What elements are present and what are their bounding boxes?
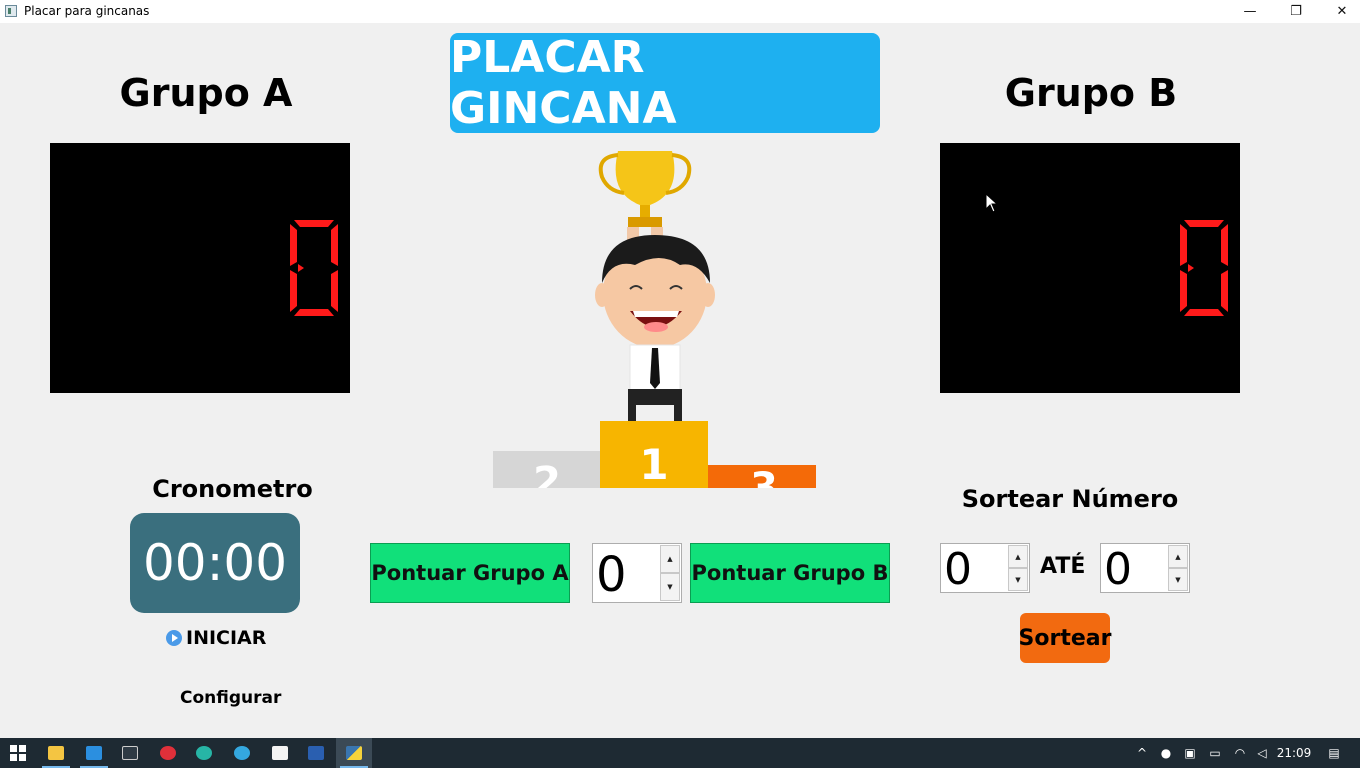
podium: 2 1 3 — [493, 421, 816, 488]
edge-icon[interactable] — [186, 738, 222, 768]
score-group-a-button[interactable]: Pontuar Grupo A — [370, 543, 570, 603]
draw-to-decrement-button[interactable]: ▼ — [1168, 568, 1188, 591]
group-a-score-digit — [290, 220, 338, 316]
points-decrement-button[interactable]: ▼ — [660, 573, 680, 601]
windows-logo-icon — [10, 745, 26, 761]
stopwatch-title: Cronometro — [152, 475, 313, 503]
podium-winner-illustration: 2 1 3 — [493, 151, 816, 488]
draw-from-decrement-button[interactable]: ▼ — [1008, 568, 1028, 591]
draw-to-value[interactable]: 0 — [1104, 544, 1132, 595]
start-button[interactable] — [0, 738, 36, 768]
app-icon — [5, 5, 17, 17]
taskbar-clock[interactable]: 21:09 — [1274, 738, 1314, 768]
group-b-score-digit — [1180, 220, 1228, 316]
draw-from-value[interactable]: 0 — [944, 544, 972, 595]
terminal-icon[interactable] — [112, 738, 148, 768]
group-b-title: Grupo B — [1004, 71, 1178, 115]
show-hidden-icons-icon[interactable]: ^ — [1132, 738, 1152, 768]
draw-from-spinbox[interactable]: 0 ▲ ▼ — [940, 543, 1030, 595]
podium-first-label: 1 — [639, 440, 668, 488]
mouse-cursor-icon — [985, 193, 999, 213]
powershell-icon[interactable] — [298, 738, 334, 768]
draw-range-label: ATÉ — [1040, 554, 1086, 579]
draw-from-increment-button[interactable]: ▲ — [1008, 545, 1028, 568]
devexpress-icon[interactable] — [150, 738, 186, 768]
score-group-b-button[interactable]: Pontuar Grupo B — [690, 543, 890, 603]
telegram-icon[interactable] — [224, 738, 260, 768]
close-button[interactable]: ✕ — [1319, 0, 1360, 23]
notifications-icon[interactable]: ▤ — [1322, 738, 1346, 768]
start-stopwatch-label: INICIAR — [186, 627, 267, 649]
battery-icon[interactable]: ▭ — [1204, 738, 1226, 768]
taskbar: ^ ● ▣ ▭ ◠ ◁ 21:09 ▤ — [0, 738, 1360, 768]
security-icon[interactable]: ▣ — [1180, 738, 1200, 768]
stopwatch-display: 00:00 — [130, 513, 300, 613]
app-window: Grupo A PLACAR GINCANA Grupo B 2 1 3 Cro… — [0, 23, 1360, 738]
points-increment-button[interactable]: ▲ — [660, 545, 680, 573]
configure-button[interactable]: Configurar — [180, 688, 281, 708]
window-title: Placar para gincanas — [24, 4, 150, 18]
header-title-button[interactable]: PLACAR GINCANA — [450, 32, 880, 134]
restore-button[interactable]: ❐ — [1273, 0, 1319, 23]
podium-second-label: 2 — [533, 459, 561, 488]
points-spinbox[interactable]: 0 ▲ ▼ — [592, 543, 682, 603]
wifi-icon[interactable]: ◠ — [1230, 738, 1250, 768]
group-a-title: Grupo A — [119, 71, 293, 115]
vscode-icon[interactable] — [76, 738, 112, 768]
file-explorer-icon[interactable] — [38, 738, 74, 768]
office-icon[interactable] — [262, 738, 298, 768]
draw-button[interactable]: Sortear — [1019, 613, 1111, 663]
draw-to-increment-button[interactable]: ▲ — [1168, 545, 1188, 568]
group-b-score-display — [940, 143, 1240, 393]
points-value[interactable]: 0 — [596, 547, 627, 603]
python-icon[interactable] — [336, 738, 372, 768]
trophy-icon — [598, 151, 692, 227]
microphone-icon[interactable]: ● — [1156, 738, 1176, 768]
draw-to-spinbox[interactable]: 0 ▲ ▼ — [1100, 543, 1190, 595]
podium-third-label: 3 — [750, 465, 778, 488]
start-stopwatch-button[interactable]: INICIAR — [166, 627, 266, 649]
minimize-button[interactable]: — — [1227, 0, 1273, 23]
play-icon — [166, 630, 182, 646]
window-titlebar: Placar para gincanas — ❐ ✕ — [0, 0, 1360, 23]
draw-number-title: Sortear Número — [961, 485, 1179, 513]
volume-icon[interactable]: ◁ — [1252, 738, 1272, 768]
character-head — [595, 235, 715, 348]
group-a-score-display — [50, 143, 350, 393]
